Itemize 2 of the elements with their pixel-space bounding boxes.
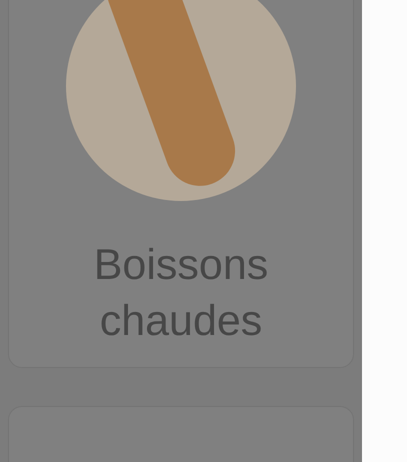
category-card[interactable]: Boissons chaudes [8,0,354,368]
card-title: Boissons chaudes [92,240,270,347]
